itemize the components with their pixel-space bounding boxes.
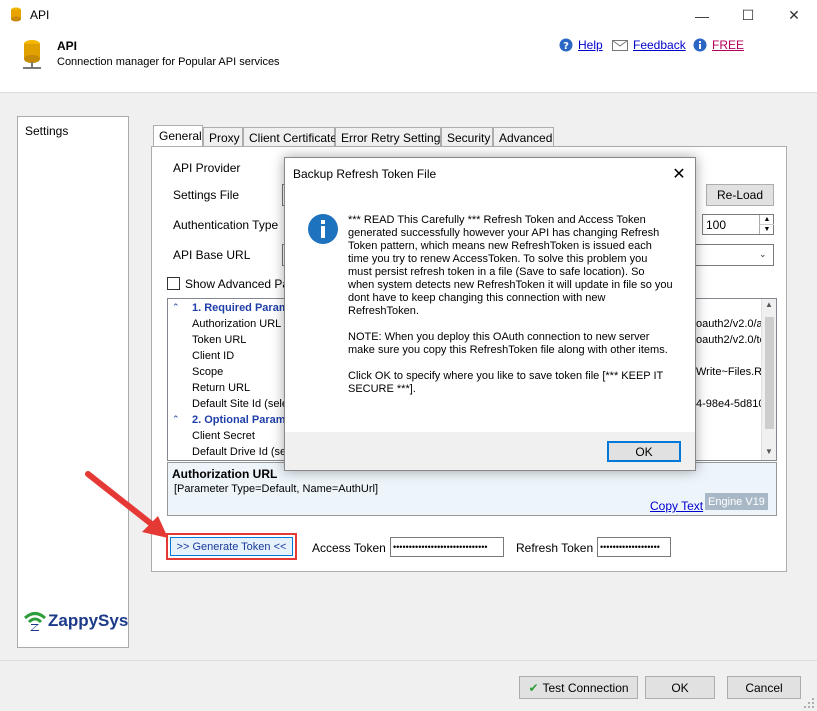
dialog-paragraph: Click OK to specify where you like to sa… bbox=[348, 370, 664, 395]
sidebar-item-settings[interactable]: Settings bbox=[25, 124, 68, 138]
description-title: Authorization URL bbox=[172, 467, 278, 481]
grid-scrollbar[interactable]: ▲ ▼ bbox=[761, 299, 776, 460]
free-link[interactable]: FREE bbox=[712, 38, 744, 52]
spin-up-icon[interactable]: ▲ bbox=[759, 215, 774, 225]
cancel-button[interactable]: Cancel bbox=[727, 676, 801, 699]
tab-error-retry-settings[interactable]: Error Retry Settings bbox=[335, 127, 446, 147]
ok-button[interactable]: OK bbox=[645, 676, 715, 699]
retry-count-input[interactable]: 100 ▲ ▼ bbox=[702, 214, 774, 235]
info-icon bbox=[308, 214, 338, 244]
dialog-title: Backup Refresh Token File bbox=[293, 167, 437, 181]
footer-divider bbox=[0, 660, 817, 661]
brand-name: ZappySys bbox=[48, 611, 129, 630]
minimize-button[interactable]: — bbox=[679, 0, 725, 31]
dialog-paragraph: NOTE: When you deploy this OAuth connect… bbox=[348, 331, 668, 356]
test-connection-button[interactable]: ✔ Test Connection bbox=[519, 676, 638, 699]
dialog-footer: OK bbox=[285, 432, 695, 470]
dialog-paragraph: *** READ This Carefully *** Refresh Toke… bbox=[348, 214, 673, 317]
show-advanced-checkbox[interactable] bbox=[167, 277, 180, 290]
backup-refresh-token-dialog: Backup Refresh Token File ✕ *** READ Thi… bbox=[284, 157, 696, 471]
dialog-message: *** READ This Carefully *** Refresh Toke… bbox=[348, 214, 673, 396]
envelope-icon bbox=[612, 40, 628, 51]
auth-type-label: Authentication Type bbox=[173, 218, 279, 232]
chevron-down-icon: ⌄ bbox=[759, 249, 767, 259]
help-link[interactable]: Help bbox=[578, 38, 603, 52]
red-arrow-annotation bbox=[85, 471, 168, 538]
scroll-down-icon[interactable]: ▼ bbox=[765, 447, 773, 456]
copy-text-link[interactable]: Copy Text bbox=[650, 499, 703, 513]
test-connection-label: Test Connection bbox=[542, 680, 629, 695]
api-provider-label: API Provider bbox=[173, 161, 241, 175]
refresh-token-input[interactable]: ••••••••••••••••••• bbox=[597, 537, 671, 557]
dialog-ok-button[interactable]: OK bbox=[607, 441, 681, 462]
tab-client-certificate[interactable]: Client Certificate bbox=[243, 127, 337, 147]
help-icon: ? bbox=[559, 38, 573, 52]
show-advanced-label: Show Advanced Par bbox=[185, 277, 294, 291]
collapse-icon[interactable]: ⌃ bbox=[172, 302, 180, 313]
svg-text:?: ? bbox=[563, 41, 569, 52]
description-text: [Parameter Type=Default, Name=AuthUrl] bbox=[174, 483, 379, 495]
resize-grip-icon[interactable] bbox=[803, 697, 815, 709]
api-base-url-label: API Base URL bbox=[173, 248, 251, 262]
header: API Connection manager for Popular API s… bbox=[0, 31, 817, 93]
tab-advanced[interactable]: Advanced bbox=[493, 127, 554, 147]
dialog-close-button[interactable]: ✕ bbox=[665, 162, 693, 186]
wifi-logo-icon bbox=[23, 612, 47, 631]
close-button[interactable]: ✕ bbox=[771, 0, 817, 31]
access-token-input[interactable]: •••••••••••••••••••••••••••••• bbox=[390, 537, 504, 557]
scroll-thumb[interactable] bbox=[765, 317, 774, 429]
refresh-token-label: Refresh Token bbox=[516, 541, 594, 555]
zappysys-logo: ZappySys bbox=[23, 610, 129, 632]
window-title: API bbox=[30, 8, 50, 22]
collapse-icon[interactable]: ⌃ bbox=[172, 414, 180, 425]
tab-proxy[interactable]: Proxy bbox=[203, 127, 243, 147]
sidebar: Settings ZappySys bbox=[17, 116, 129, 648]
maximize-button[interactable]: ☐ bbox=[725, 0, 771, 31]
reload-button[interactable]: Re-Load bbox=[706, 184, 774, 206]
title-bar: API — ☐ ✕ bbox=[0, 0, 817, 31]
info-icon bbox=[693, 38, 707, 52]
spin-down-icon[interactable]: ▼ bbox=[759, 225, 774, 234]
engine-version-badge: Engine V19 bbox=[705, 493, 768, 510]
database-icon bbox=[11, 7, 21, 22]
tab-general[interactable]: General bbox=[153, 125, 203, 148]
settings-file-label: Settings File bbox=[173, 188, 240, 202]
feedback-link[interactable]: Feedback bbox=[633, 38, 686, 52]
scroll-up-icon[interactable]: ▲ bbox=[765, 300, 773, 309]
header-title: API bbox=[57, 39, 78, 53]
retry-count-value: 100 bbox=[706, 218, 727, 232]
generate-token-button[interactable]: >> Generate Token << bbox=[170, 537, 293, 556]
access-token-label: Access Token bbox=[312, 541, 386, 555]
tab-security[interactable]: Security bbox=[441, 127, 493, 147]
database-connector-icon bbox=[23, 40, 41, 69]
api-base-url-dropdown[interactable]: ⌄ bbox=[690, 244, 774, 266]
check-icon: ✔ bbox=[528, 680, 539, 695]
header-subtitle: Connection manager for Popular API servi… bbox=[57, 56, 280, 68]
